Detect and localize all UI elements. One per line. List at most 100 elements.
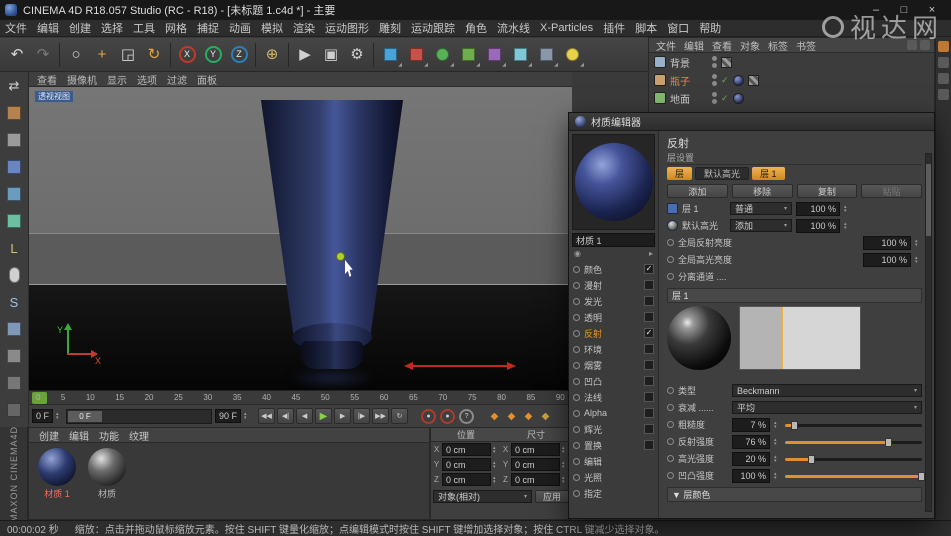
prev-frame-button[interactable]: ◀: [296, 408, 314, 424]
current-frame-field[interactable]: 0 F: [32, 409, 54, 423]
anim-dot-icon[interactable]: [667, 239, 674, 246]
menu-item-帮助[interactable]: 帮助: [694, 20, 726, 36]
menu-item-窗口[interactable]: 窗口: [662, 20, 694, 36]
channel-checkbox[interactable]: [644, 280, 654, 290]
coordinate-system-button[interactable]: ⊕: [259, 41, 285, 69]
channel-checkbox[interactable]: [644, 344, 654, 354]
param-value-field[interactable]: 100 %: [732, 468, 770, 483]
position-x-field[interactable]: 0 cm: [442, 443, 491, 456]
scale-tool-icon[interactable]: ◲: [115, 41, 141, 69]
channel-checkbox[interactable]: [644, 360, 654, 370]
play-button[interactable]: ▶: [315, 408, 333, 424]
goto-end-button[interactable]: ▶▶: [372, 408, 390, 424]
menu-item-工具[interactable]: 工具: [128, 20, 160, 36]
viewport-menu-摄像机[interactable]: 摄像机: [63, 72, 101, 87]
structure-panel-icon[interactable]: [938, 73, 949, 84]
menu-item-编辑[interactable]: 编辑: [32, 20, 64, 36]
layer-row[interactable]: 默认高光 添加 ▾ 100 % ▴ ▾: [667, 217, 922, 234]
channel-checkbox[interactable]: ✓: [644, 264, 654, 274]
material-menu-功能[interactable]: 功能: [95, 428, 123, 443]
current-frame-stepper[interactable]: ▴ ▾: [56, 412, 63, 421]
visibility-dots[interactable]: [712, 74, 717, 86]
enabled-check-icon[interactable]: ✓: [721, 93, 729, 104]
anim-dot-icon[interactable]: [667, 404, 674, 411]
end-frame-field[interactable]: 90 F: [215, 409, 242, 423]
viewport-menu-选项[interactable]: 选项: [133, 72, 161, 87]
minimize-button[interactable]: –: [862, 1, 890, 19]
tab-默认高光[interactable]: 默认高光: [695, 167, 750, 180]
layer-row[interactable]: 层 1 普通 ▾ 100 % ▴ ▾: [667, 200, 922, 217]
subdivision-surface-button[interactable]: ◢: [429, 41, 455, 69]
live-selection-icon[interactable]: ○: [63, 41, 89, 69]
slider-knob[interactable]: [885, 437, 893, 447]
enabled-check-icon[interactable]: ✓: [721, 75, 729, 86]
autokey-button[interactable]: ●: [440, 408, 456, 424]
frame-range-slider[interactable]: 0 F: [66, 408, 213, 424]
magnet-icon[interactable]: [2, 345, 26, 367]
channel-发光[interactable]: 发光: [572, 293, 655, 309]
light-button[interactable]: ◢: [559, 41, 585, 69]
material-editor-titlebar[interactable]: 材质编辑器: [569, 113, 934, 131]
apply-button[interactable]: 应用: [534, 490, 569, 503]
param-value-field[interactable]: 7 %: [732, 417, 770, 432]
polygons-mode-icon[interactable]: [2, 210, 26, 232]
material-name-field[interactable]: 材质 1: [572, 233, 655, 247]
om-menu-文件[interactable]: 文件: [653, 38, 679, 53]
timeline-ruler[interactable]: 0 5 10 15 20 25 30 35 40 45 50 55 60 65 70 75 80 85 90: [29, 390, 572, 404]
loop-button[interactable]: ↻: [391, 408, 409, 424]
移除-button[interactable]: 移除: [731, 184, 793, 198]
stepper[interactable]: ▴ ▾: [493, 445, 500, 454]
layer-strength-field[interactable]: 100 %: [796, 218, 840, 233]
keyframe-position-icon[interactable]: ◆: [487, 409, 502, 424]
param-value-field[interactable]: 20 %: [732, 451, 770, 466]
material-swatch[interactable]: 材质 1: [36, 448, 78, 500]
channel-编辑[interactable]: 编辑: [572, 453, 655, 469]
viewport-menu-查看[interactable]: 查看: [33, 72, 61, 87]
material-menu-编辑[interactable]: 编辑: [65, 428, 93, 443]
position-z-field[interactable]: 0 cm: [442, 473, 491, 486]
material-tag-icon[interactable]: [732, 74, 744, 86]
om-search-icon[interactable]: [907, 40, 917, 50]
layer-blend-dropdown[interactable]: 普通 ▾: [730, 202, 792, 215]
maximize-button[interactable]: □: [890, 1, 918, 19]
anim-dot-icon[interactable]: [667, 455, 674, 462]
roughness-curve-widget[interactable]: [739, 306, 861, 370]
menu-item-模拟[interactable]: 模拟: [256, 20, 288, 36]
end-frame-stepper[interactable]: ▴ ▾: [244, 412, 251, 421]
x-axis-lock-button[interactable]: X: [174, 41, 200, 69]
om-menu-书签[interactable]: 书签: [793, 38, 819, 53]
solo-mode-icon[interactable]: [2, 264, 26, 286]
channel-radio-icon[interactable]: [573, 441, 580, 449]
channel-radio-icon[interactable]: [573, 473, 580, 481]
param-value-field[interactable]: 76 %: [732, 434, 770, 449]
channel-radio-icon[interactable]: [573, 425, 580, 433]
keyframe-parameter-icon[interactable]: ◆: [538, 409, 553, 424]
anim-dot-icon[interactable]: [667, 421, 674, 428]
size-x-field[interactable]: 0 cm: [511, 443, 560, 456]
close-button[interactable]: ×: [918, 1, 946, 19]
move-tool-icon[interactable]: +: [89, 41, 115, 69]
material-menu-纹理[interactable]: 纹理: [125, 428, 153, 443]
anim-dot-icon[interactable]: [667, 472, 674, 479]
param-slider[interactable]: [785, 471, 925, 481]
channel-凹凸[interactable]: 凹凸: [572, 373, 655, 389]
menu-item-X-Particles[interactable]: X-Particles: [535, 22, 598, 34]
channel-checkbox[interactable]: ✓: [644, 328, 654, 338]
record-keyframe-button[interactable]: ●: [421, 408, 437, 424]
environment-button[interactable]: ◢: [507, 41, 533, 69]
om-menu-查看[interactable]: 查看: [709, 38, 735, 53]
channel-透明[interactable]: 透明: [572, 309, 655, 325]
channel-环境[interactable]: 环境: [572, 341, 655, 357]
layer1-section-header[interactable]: 层 1: [667, 288, 922, 303]
复制-button[interactable]: 复制: [796, 184, 858, 198]
global-reflection-field[interactable]: 100 %: [863, 235, 911, 250]
keyframe-scale-icon[interactable]: ◆: [504, 409, 519, 424]
keyframe-help-button[interactable]: ?: [459, 408, 475, 424]
layer-blend-dropdown[interactable]: 添加 ▾: [730, 219, 792, 232]
channel-指定[interactable]: 指定: [572, 485, 655, 501]
menu-item-创建[interactable]: 创建: [64, 20, 96, 36]
channel-颜色[interactable]: 颜色 ✓: [572, 261, 655, 277]
menu-item-捕捉[interactable]: 捕捉: [192, 20, 224, 36]
render-picture-viewer-button[interactable]: ▣: [318, 41, 344, 69]
material-tag-icon[interactable]: [732, 92, 744, 104]
